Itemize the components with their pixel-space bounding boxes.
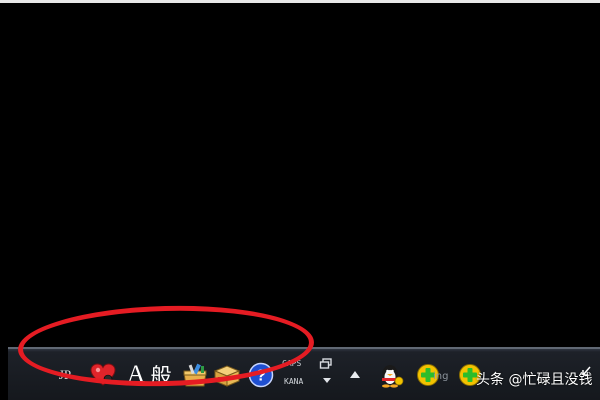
qq-penguin-icon[interactable] — [376, 361, 406, 389]
keyboard-box-icon[interactable] — [212, 361, 242, 389]
heart-icon[interactable] — [88, 361, 118, 389]
language-bar: JP A 般 ? CAPS KANA ing 头条 @忙碌且没钱 — [8, 347, 600, 400]
caps-kana-status: CAPS KANA — [278, 356, 314, 394]
chevron-down-icon[interactable] — [320, 374, 334, 386]
input-style-indicator[interactable]: 般 — [146, 361, 176, 389]
desktop-background: JP A 般 ? CAPS KANA ing 头条 @忙碌且没钱 — [0, 0, 600, 400]
toolbox-icon[interactable] — [180, 361, 210, 389]
kana-label: KANA — [284, 377, 304, 386]
watermark-text: 头条 @忙碌且没钱 — [476, 372, 593, 388]
collapse-arrow-icon[interactable] — [578, 363, 594, 379]
caps-label: CAPS — [282, 359, 302, 368]
ime-name-fragment: ing — [433, 371, 449, 382]
svg-text:?: ? — [256, 368, 266, 385]
screen-top-edge — [0, 0, 600, 3]
help-icon[interactable]: ? — [246, 361, 276, 389]
chevron-up-icon[interactable] — [346, 367, 364, 381]
restore-icon[interactable] — [318, 357, 334, 371]
input-mode-label[interactable]: JP — [54, 361, 76, 389]
input-character-indicator[interactable]: A — [126, 361, 146, 389]
